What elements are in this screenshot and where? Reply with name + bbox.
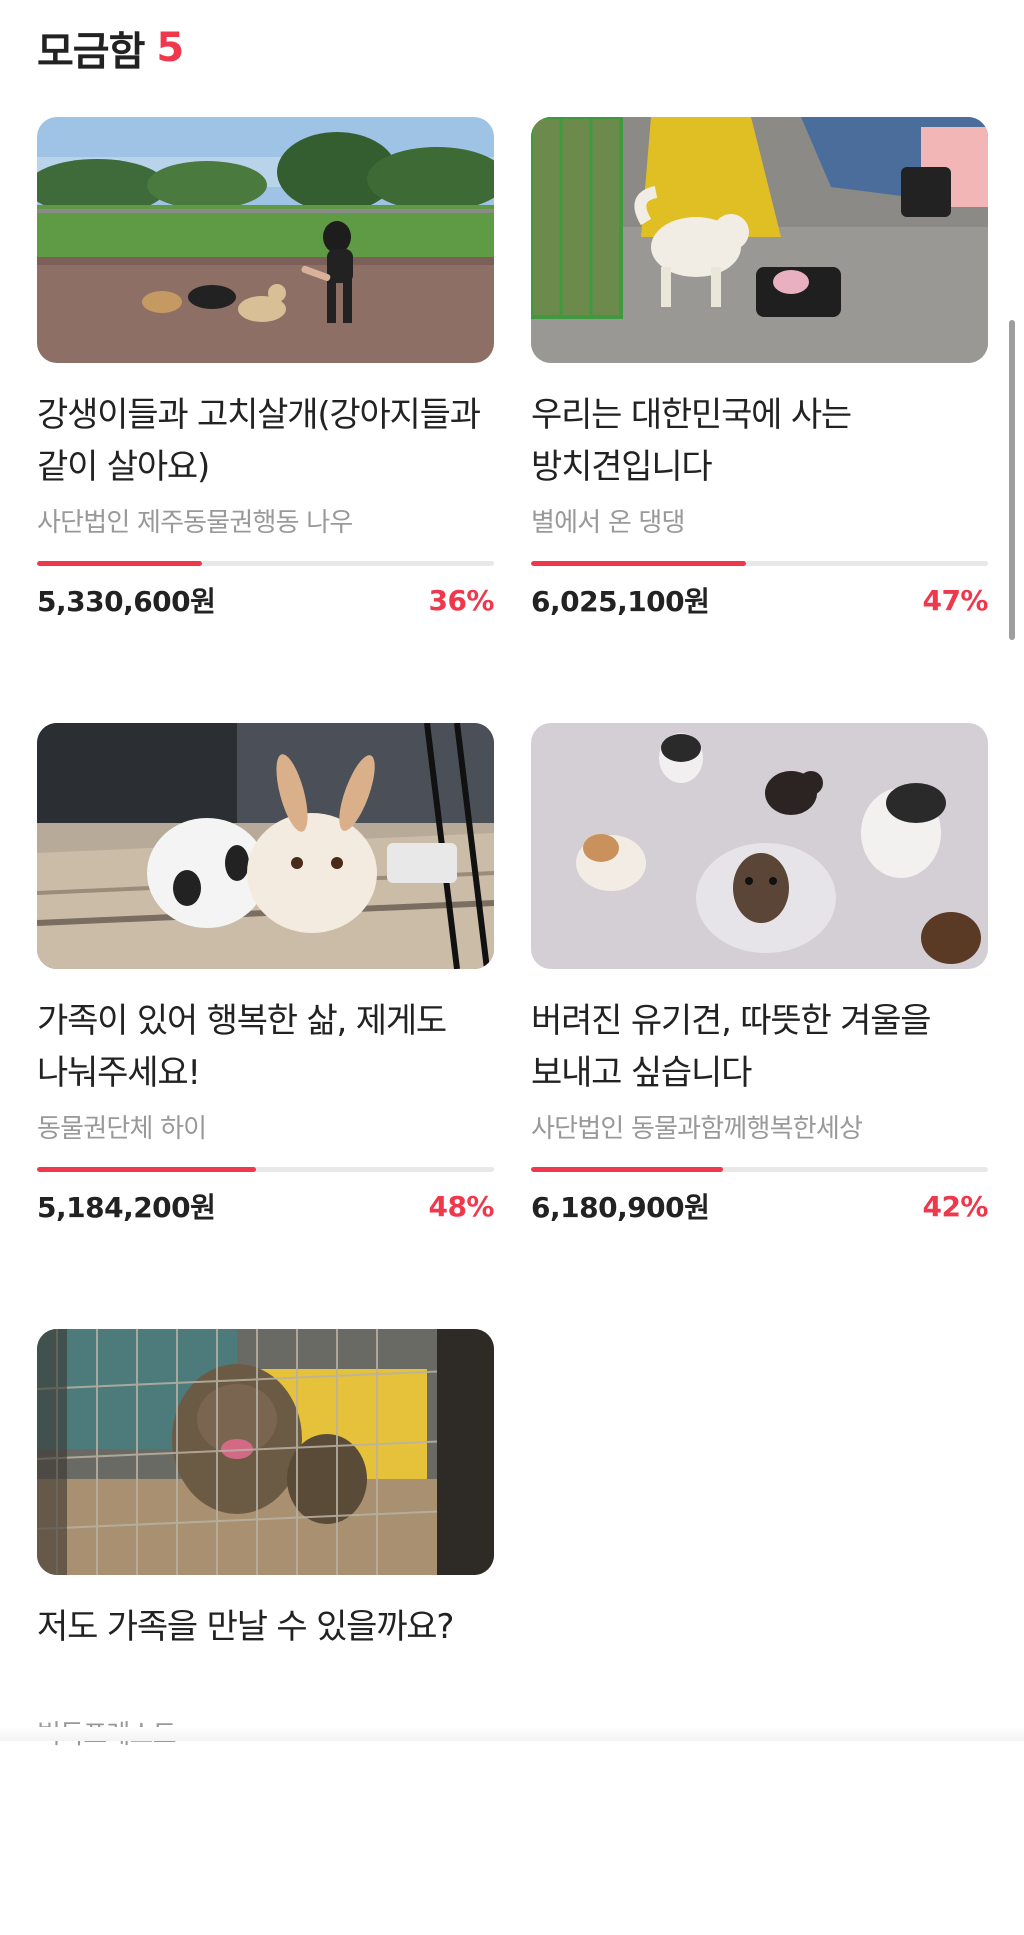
scrollbar[interactable] bbox=[1009, 320, 1015, 640]
fundraiser-card[interactable]: 저도 가족을 만날 수 있을까요? 빅독포레스트 bbox=[37, 1329, 494, 1935]
fundraiser-card[interactable]: 우리는 대한민국에 사는 방치견입니다 별에서 온 댕댕 6,025,100원 … bbox=[531, 117, 988, 723]
fundraiser-organization: 동물권단체 하이 bbox=[37, 1114, 207, 1144]
fundraiser-card[interactable]: 가족이 있어 행복한 삶, 제게도 나눠주세요! 동물권단체 하이 5,184,… bbox=[37, 723, 494, 1329]
fundraiser-card[interactable]: 버려진 유기견, 따뜻한 겨울을 보내고 싶습니다 사단법인 동물과함께행복한세… bbox=[531, 723, 988, 1329]
bottom-edge bbox=[0, 1727, 1024, 1741]
progress-bar bbox=[37, 1167, 494, 1172]
raised-amount: 5,184,200원 bbox=[37, 1191, 216, 1224]
progress-fill bbox=[531, 1167, 723, 1172]
fundraiser-thumbnail[interactable] bbox=[37, 1329, 494, 1575]
two-rabbits-photo bbox=[37, 723, 494, 969]
progress-percent: 42% bbox=[922, 1189, 988, 1223]
progress-fill bbox=[531, 561, 746, 566]
progress-percent: 36% bbox=[428, 583, 494, 617]
fundraiser-organization: 사단법인 제주동물권행동 나우 bbox=[37, 508, 353, 538]
fundraiser-stats: 6,025,100원 47% bbox=[531, 580, 988, 620]
raised-amount: 6,180,900원 bbox=[531, 1191, 710, 1224]
fundraiser-stats: 5,330,600원 36% bbox=[37, 580, 494, 620]
progress-fill bbox=[37, 1167, 257, 1172]
girl-with-puppies-photo bbox=[37, 117, 494, 363]
fundraiser-count: 5 bbox=[156, 25, 184, 71]
progress-percent: 48% bbox=[428, 1189, 494, 1223]
raised-amount: 5,330,600원 bbox=[37, 585, 216, 618]
fundraiser-thumbnail[interactable] bbox=[531, 723, 988, 969]
fundraiser-thumbnail[interactable] bbox=[37, 117, 494, 363]
fundraiser-grid: 강생이들과 고치살개(강아지들과 같이 살아요) 사단법인 제주동물권행동 나우… bbox=[37, 117, 988, 1935]
progress-bar bbox=[531, 561, 988, 566]
tethered-dog-photo bbox=[531, 117, 988, 363]
page-header: 모금함 5 bbox=[37, 20, 184, 76]
fundraiser-title[interactable]: 강생이들과 고치살개(강아지들과 같이 살아요) bbox=[37, 389, 494, 493]
fundraiser-organization: 별에서 온 댕댕 bbox=[531, 508, 685, 538]
fundraiser-organization: 사단법인 동물과함께행복한세상 bbox=[531, 1114, 863, 1144]
fundraiser-stats: 6,180,900원 42% bbox=[531, 1186, 988, 1226]
shelter-dogs-photo bbox=[531, 723, 988, 969]
progress-bar bbox=[37, 561, 494, 566]
fundraiser-thumbnail[interactable] bbox=[37, 723, 494, 969]
fundraiser-thumbnail[interactable] bbox=[531, 117, 988, 363]
raised-amount: 6,025,100원 bbox=[531, 585, 710, 618]
page-title: 모금함 bbox=[37, 29, 145, 75]
fundraiser-card[interactable]: 강생이들과 고치살개(강아지들과 같이 살아요) 사단법인 제주동물권행동 나우… bbox=[37, 117, 494, 723]
progress-fill bbox=[37, 561, 202, 566]
caged-dog-photo bbox=[37, 1329, 494, 1575]
fundraiser-title[interactable]: 버려진 유기견, 따뜻한 겨울을 보내고 싶습니다 bbox=[531, 995, 988, 1099]
progress-bar bbox=[531, 1167, 988, 1172]
fundraiser-stats: 5,184,200원 48% bbox=[37, 1186, 494, 1226]
fundraiser-title[interactable]: 우리는 대한민국에 사는 방치견입니다 bbox=[531, 389, 988, 493]
fundraiser-title[interactable]: 저도 가족을 만날 수 있을까요? bbox=[37, 1601, 494, 1705]
fundraiser-title[interactable]: 가족이 있어 행복한 삶, 제게도 나눠주세요! bbox=[37, 995, 494, 1099]
progress-percent: 47% bbox=[922, 583, 988, 617]
